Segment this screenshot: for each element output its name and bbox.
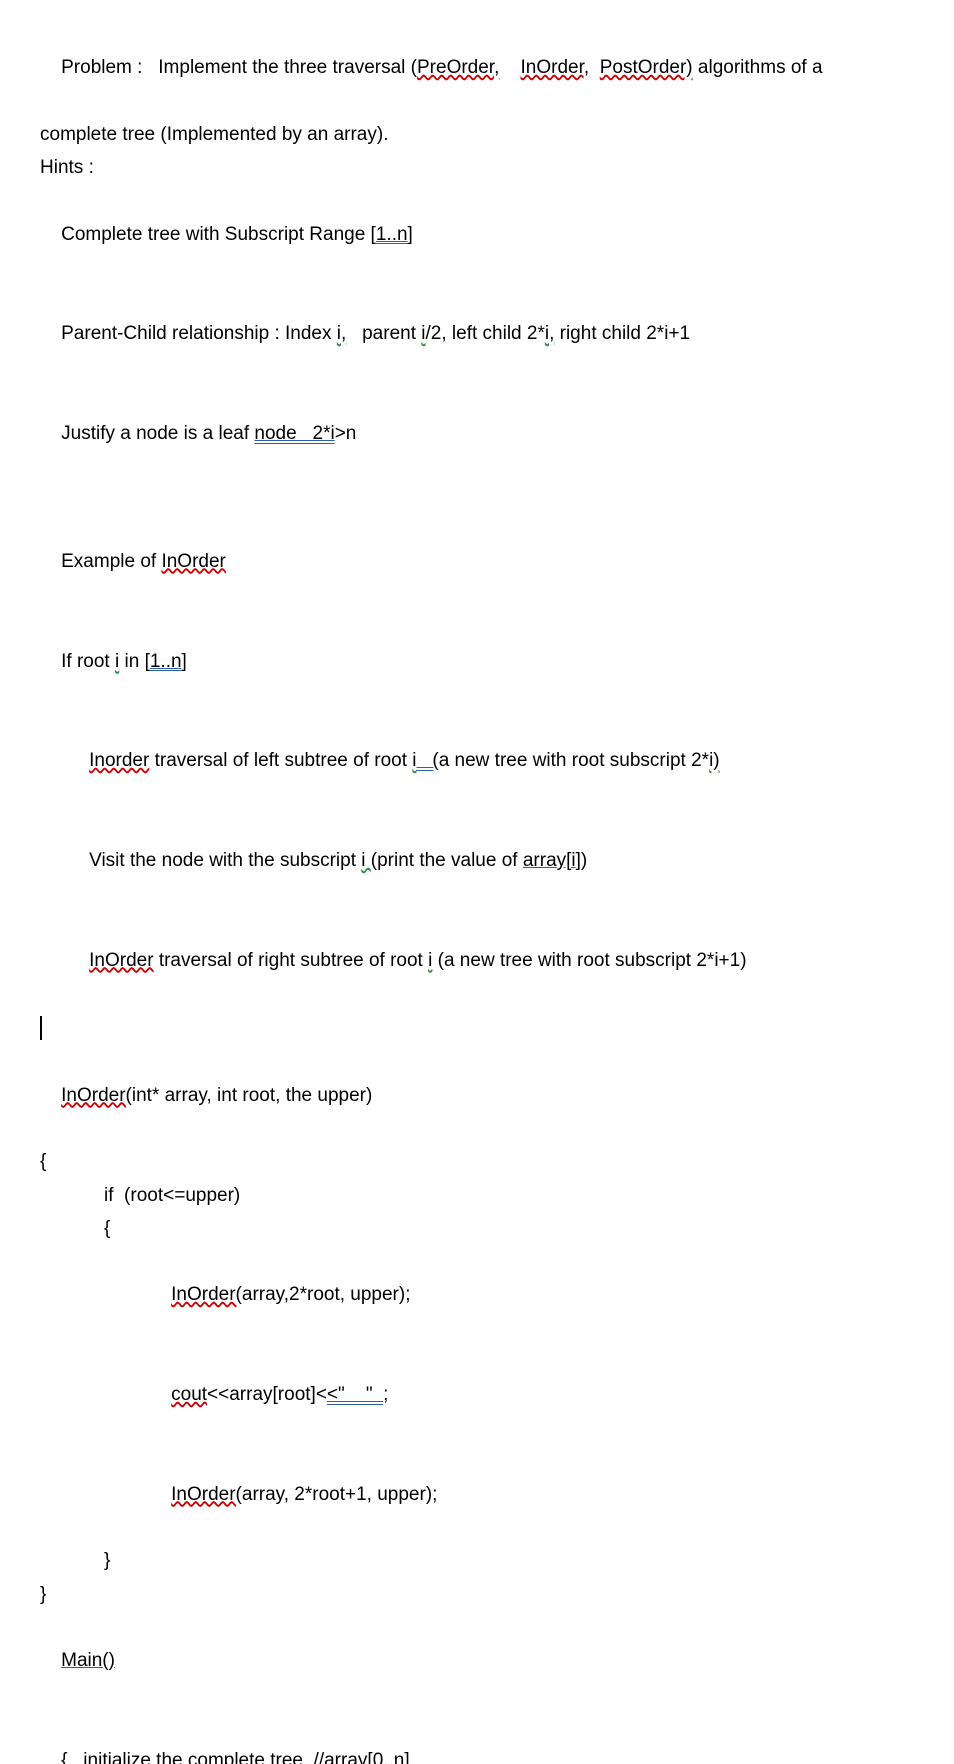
open-brace: { bbox=[40, 1145, 914, 1178]
hint-1: Complete tree with Subscript Range [1..n… bbox=[40, 184, 914, 284]
hint-2: Parent-Child relationship : Index i, par… bbox=[40, 284, 914, 384]
example-visit-node: Visit the node with the subscript i (pri… bbox=[40, 811, 914, 911]
document-body: Problem : Implement the three traversal … bbox=[40, 18, 914, 1764]
postorder-word: PostOrder) bbox=[600, 57, 693, 78]
inorder-call-right: InOrder(array, 2*root+1, upper); bbox=[40, 1445, 914, 1545]
example-right-subtree: InOrder traversal of right subtree of ro… bbox=[40, 911, 914, 1011]
text-cursor bbox=[40, 1010, 914, 1045]
close-brace-2: } bbox=[40, 1544, 914, 1577]
problem-line1: Problem : Implement the three traversal … bbox=[40, 18, 914, 118]
hint-3: Justify a node is a leaf node 2*i>n bbox=[40, 384, 914, 484]
main-signature: Main() bbox=[40, 1611, 914, 1711]
cout-line: cout<<array[root]<<" " ; bbox=[40, 1345, 914, 1445]
close-brace: } bbox=[40, 1578, 914, 1611]
hints-label: Hints : bbox=[40, 151, 914, 184]
problem-label: Problem : bbox=[61, 57, 148, 78]
example-ifroot: If root i in [1..n] bbox=[40, 611, 914, 711]
open-brace-2: { bbox=[40, 1212, 914, 1245]
inorder-call-left: InOrder(array,2*root, upper); bbox=[40, 1245, 914, 1345]
inorder-word: InOrder, bbox=[521, 57, 590, 78]
example-left-subtree: Inorder traversal of left subtree of roo… bbox=[40, 711, 914, 811]
preorder-word: PreOrder, bbox=[417, 57, 499, 78]
example-title: Example of InOrder bbox=[40, 512, 914, 612]
if-condition: if (root<=upper) bbox=[40, 1179, 914, 1212]
spacer bbox=[40, 484, 914, 512]
problem-line2: complete tree (Implemented by an array). bbox=[40, 118, 914, 151]
code-signature: InOrder(int* array, int root, the upper) bbox=[40, 1046, 914, 1146]
main-init: { initialize the complete tree. //array[… bbox=[40, 1711, 914, 1764]
